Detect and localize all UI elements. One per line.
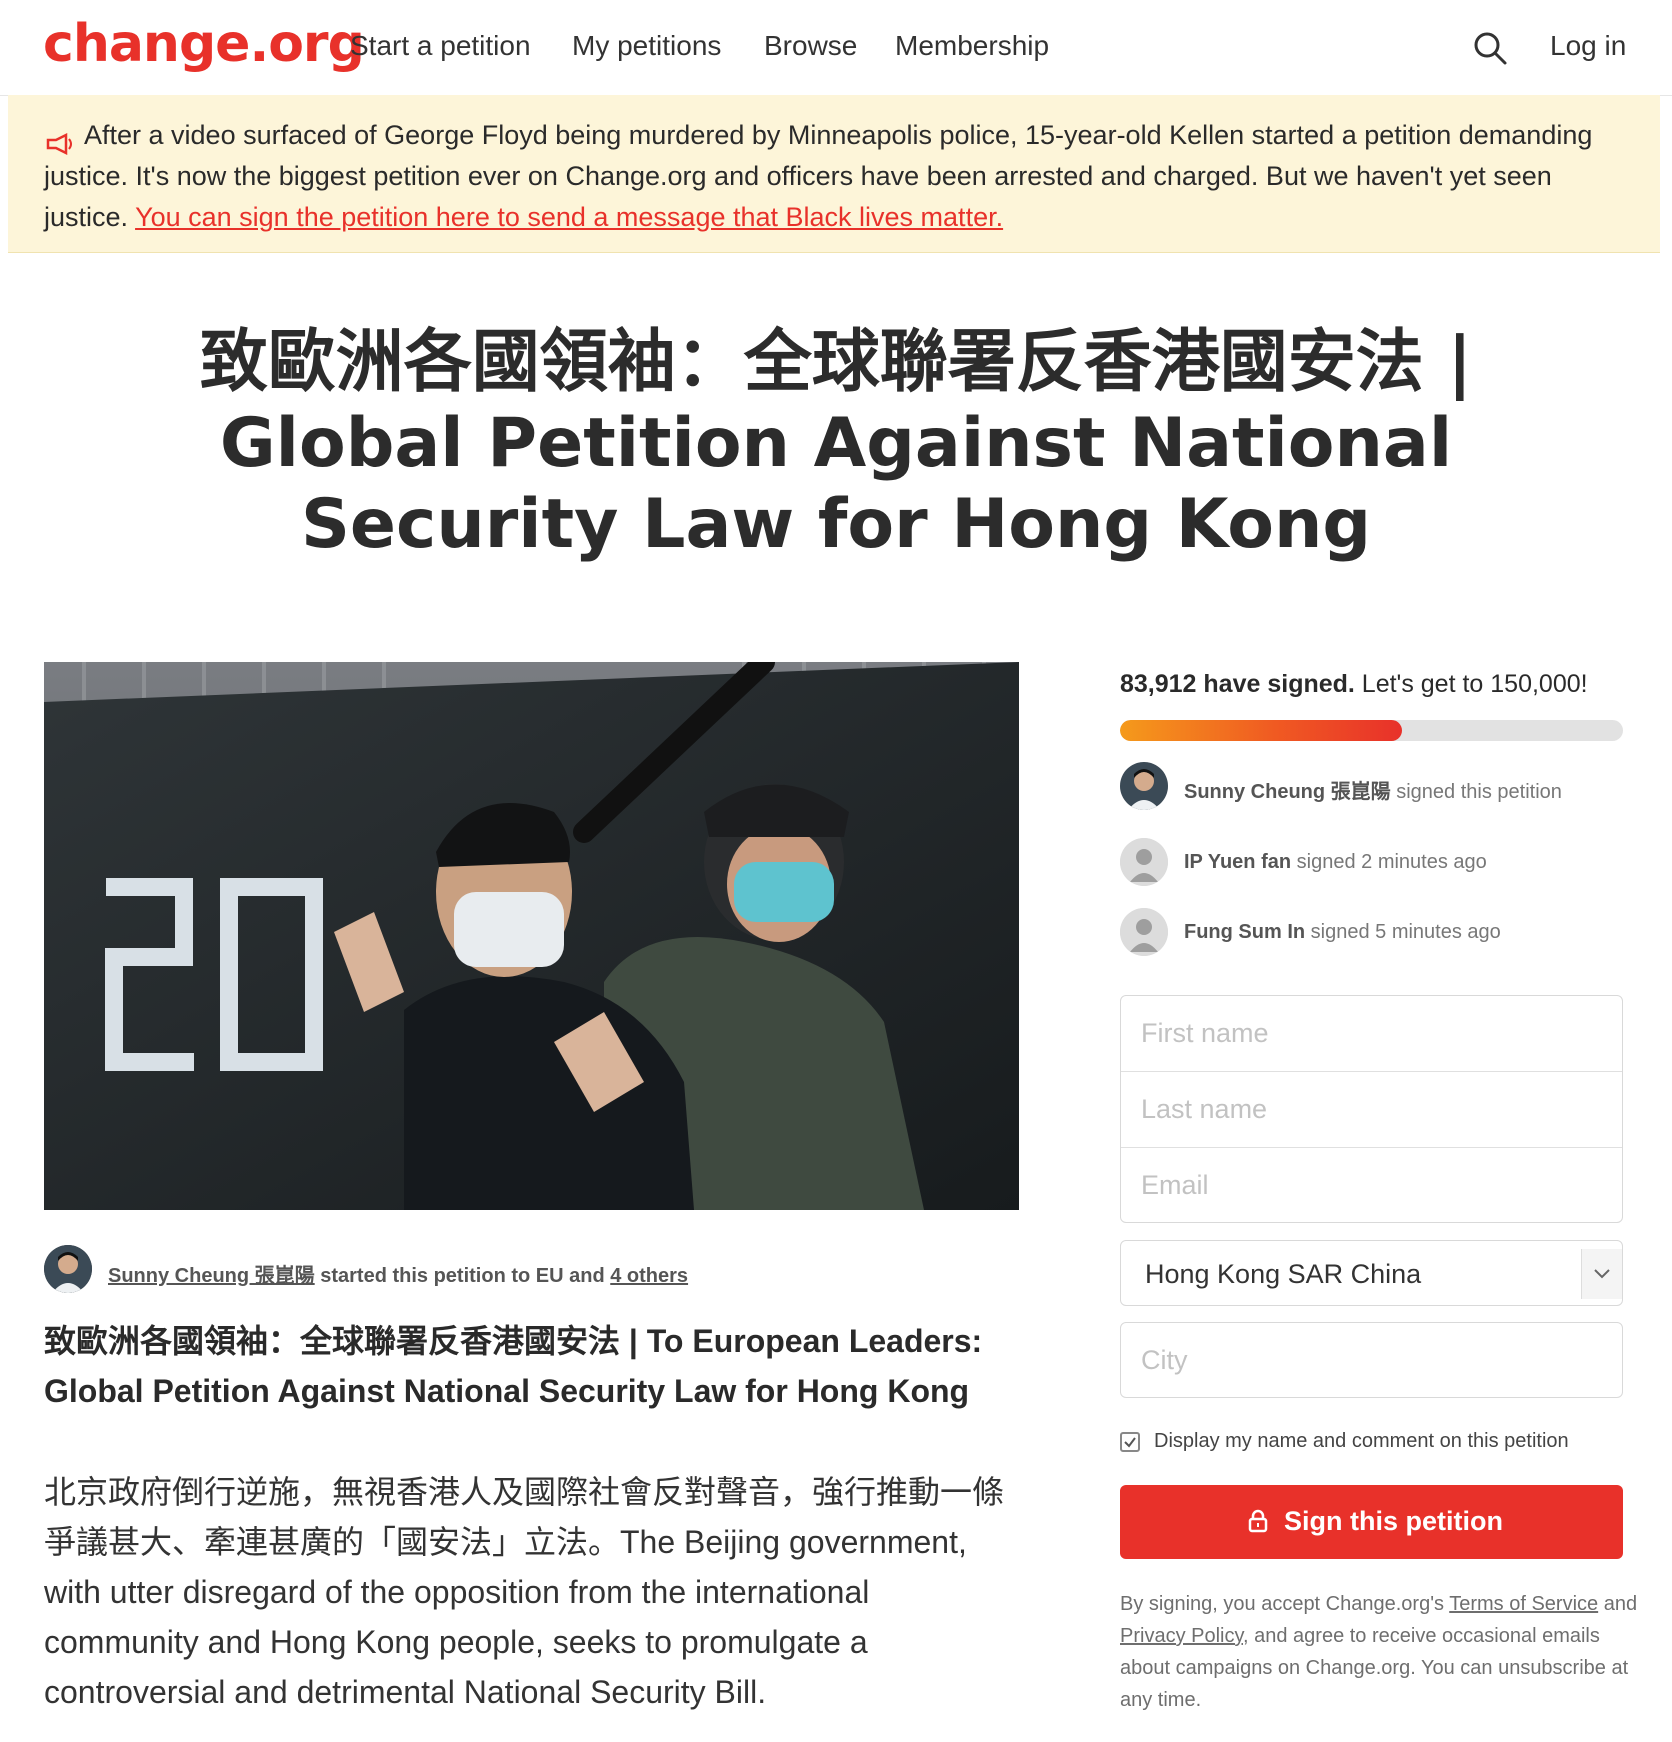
petition-starter: Sunny Cheung 張崑陽 started this petition t… [44, 1245, 1034, 1295]
petition-photo [44, 662, 1019, 1210]
signature-count: 83,912 have signed. Let's get to 150,000… [1120, 670, 1640, 699]
petition-subtitle: 致歐洲各國領袖：全球聯署反香港國安法 | To European Leaders… [44, 1323, 983, 1409]
login-link[interactable]: Log in [1550, 30, 1626, 62]
legal-pre: By signing, you accept Change.org's [1120, 1593, 1450, 1615]
signer-action: signed 5 minutes ago [1305, 921, 1501, 943]
city-field[interactable] [1121, 1323, 1622, 1397]
signed-count-text: 83,912 have signed. [1120, 670, 1355, 698]
last-name-field[interactable] [1121, 1072, 1622, 1147]
recent-signer: Sunny Cheung 張崑陽 signed this petition [1120, 762, 1640, 812]
goal-text: Let's get to 150,000! [1354, 670, 1588, 698]
megaphone-icon [44, 126, 76, 155]
petition-title: 致歐洲各國領袖：全球聯署反香港國安法 | Global Petition Aga… [199, 323, 1473, 564]
others-link[interactable]: 4 others [610, 1265, 688, 1287]
sign-petition-button[interactable]: Sign this petition [1120, 1485, 1623, 1559]
nav-start-petition[interactable]: Start a petition [350, 30, 531, 62]
alert-banner: After a video surfaced of George Floyd b… [8, 95, 1660, 253]
search-icon[interactable] [1470, 28, 1510, 68]
nav-my-petitions[interactable]: My petitions [572, 30, 721, 62]
legal-and: and [1598, 1593, 1638, 1615]
signer-name: IP Yuen fan [1184, 851, 1292, 873]
progress-fill [1120, 720, 1402, 741]
signer-avatar [1120, 762, 1168, 810]
signature-progress-bar [1120, 720, 1623, 741]
default-avatar-icon [1120, 908, 1168, 956]
legal-notice: By signing, you accept Change.org's Term… [1120, 1588, 1640, 1716]
top-navbar: change.org Start a petition My petitions… [0, 0, 1672, 96]
display-name-checkbox[interactable] [1120, 1432, 1140, 1452]
change-org-logo[interactable]: change.org [43, 14, 365, 74]
nav-browse[interactable]: Browse [764, 30, 857, 62]
first-name-field[interactable] [1121, 996, 1622, 1071]
petition-body: 北京政府倒行逆施，無視香港人及國際社會反對聲音，強行推動一條爭議甚大、牽連甚廣的… [44, 1474, 1005, 1710]
signer-name: Fung Sum In [1184, 921, 1306, 943]
display-name-option: Display my name and comment on this peti… [1120, 1430, 1640, 1460]
banner-petition-link[interactable]: You can sign the petition here to send a… [135, 202, 1003, 232]
starter-avatar[interactable] [44, 1245, 92, 1293]
name-email-fields [1120, 995, 1623, 1223]
default-avatar-icon [1120, 838, 1168, 886]
lock-icon [1248, 1509, 1268, 1533]
privacy-policy-link[interactable]: Privacy Policy [1120, 1625, 1243, 1647]
nav-membership[interactable]: Membership [895, 30, 1049, 62]
city-field-wrapper [1120, 1322, 1623, 1398]
sign-button-label: Sign this petition [1284, 1506, 1503, 1536]
signer-action: signed 2 minutes ago [1291, 851, 1487, 873]
starter-name-link[interactable]: Sunny Cheung 張崑陽 [108, 1265, 315, 1287]
recent-signer: IP Yuen fan signed 2 minutes ago [1120, 838, 1640, 888]
country-select[interactable]: Hong Kong SAR China [1120, 1240, 1623, 1306]
display-name-label: Display my name and comment on this peti… [1154, 1430, 1569, 1452]
recent-signer: Fung Sum In signed 5 minutes ago [1120, 908, 1640, 958]
chevron-down-icon[interactable] [1581, 1249, 1622, 1299]
country-value: Hong Kong SAR China [1145, 1259, 1422, 1289]
starter-description: started this petition to EU and [314, 1265, 611, 1287]
signer-name: Sunny Cheung 張崑陽 [1184, 781, 1391, 803]
signer-action: signed this petition [1390, 781, 1562, 803]
terms-of-service-link[interactable]: Terms of Service [1449, 1593, 1598, 1615]
email-field[interactable] [1121, 1148, 1622, 1222]
